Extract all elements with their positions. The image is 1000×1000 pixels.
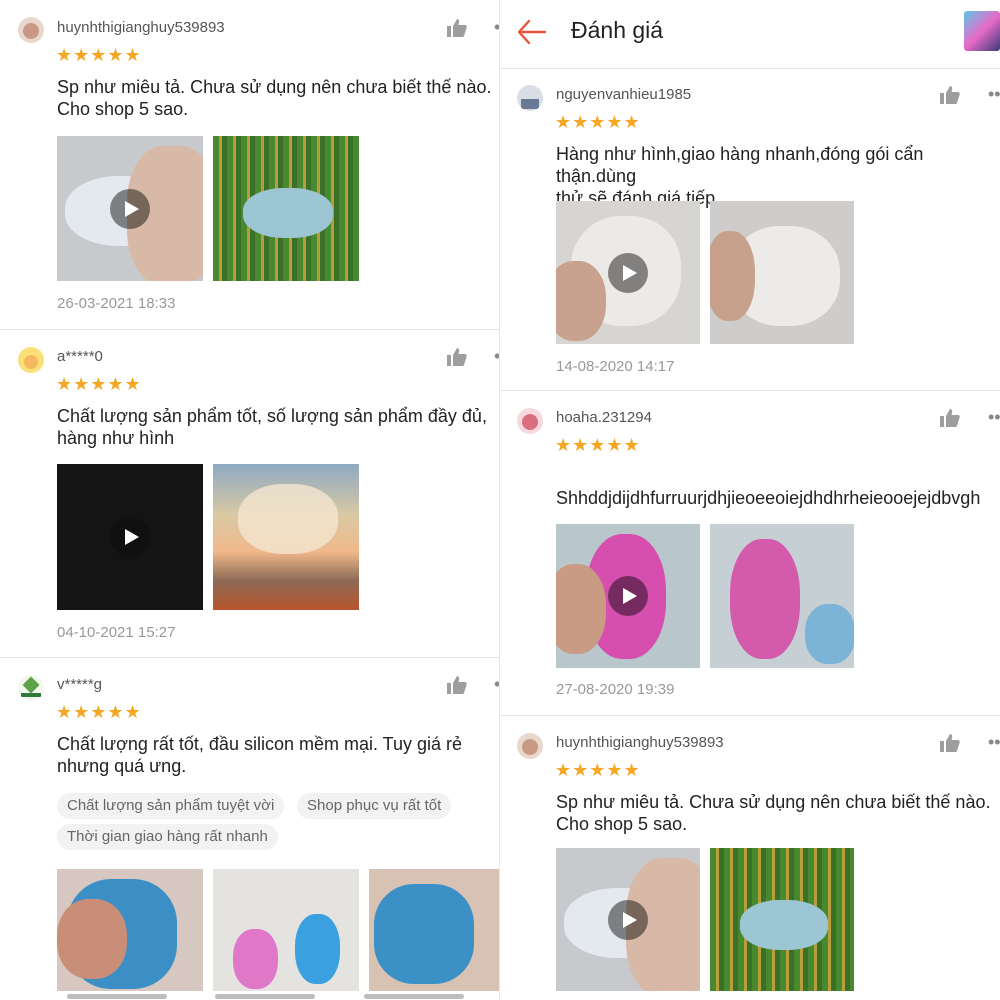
thumbs-up-icon[interactable] [447, 19, 467, 37]
play-icon[interactable] [110, 188, 150, 229]
review-item: nguyenvanhieu1985 •• ★★★★★ Hàng như hình… [500, 68, 1000, 391]
thumbs-up-icon[interactable] [940, 409, 960, 427]
review-image[interactable] [369, 869, 500, 991]
review-text: Chất lượng rất tốt, đầu silicon mềm mại.… [57, 734, 463, 776]
review-item: v*****g • ★★★★★ Chất lượng rất tốt, đầu … [0, 658, 500, 1000]
review-item: a*****0 • ★★★★★ Chất lượng sản phẩm tốt,… [0, 330, 500, 658]
review-image[interactable] [213, 464, 359, 610]
thumbs-up-icon[interactable] [447, 676, 467, 694]
review-video-thumbnail[interactable] [556, 201, 700, 344]
review-item: hoaha.231294 •• ★★★★★ Shhddjdijdhfurruur… [500, 391, 1000, 716]
review-tag: Chất lượng sản phẩm tuyệt vời [57, 793, 285, 819]
rating-stars: ★★★★★ [555, 435, 641, 455]
username[interactable]: huynhthigianghuy539893 [57, 19, 225, 36]
thumbs-up-icon[interactable] [940, 734, 960, 752]
review-text: Sp như miêu tả. Chưa sử dụng nên chưa bi… [556, 792, 991, 834]
play-icon[interactable] [110, 517, 150, 557]
avatar[interactable] [517, 408, 543, 434]
review-date: 27-08-2020 19:39 [556, 681, 675, 698]
username[interactable]: v*****g [57, 676, 102, 693]
review-image[interactable] [710, 524, 854, 668]
review-image[interactable] [57, 869, 203, 991]
review-image[interactable] [710, 201, 854, 344]
more-dots-icon[interactable]: •• [988, 408, 1000, 426]
top-bar: Đánh giá [500, 0, 1000, 69]
rating-stars: ★★★★★ [56, 45, 142, 65]
review-image[interactable] [710, 848, 854, 991]
image-scroll-indicator [364, 994, 464, 999]
thumbs-up-icon[interactable] [940, 86, 960, 104]
review-text: Hàng như hình,giao hàng nhanh,đóng gói c… [556, 144, 924, 208]
review-video-thumbnail[interactable] [57, 464, 203, 610]
username[interactable]: nguyenvanhieu1985 [556, 86, 691, 103]
arrow-left-icon[interactable] [517, 19, 547, 45]
rating-stars: ★★★★★ [56, 702, 142, 722]
review-item: huynhthigianghuy539893 • ★★★★★ Sp như mi… [0, 0, 500, 330]
more-dots-icon[interactable]: •• [988, 85, 1000, 103]
right-review-panel: Đánh giá nguyenvanhieu1985 •• ★★★★★ Hàng… [500, 0, 1000, 1000]
rating-stars: ★★★★★ [555, 760, 641, 780]
avatar[interactable] [18, 347, 44, 373]
rating-stars: ★★★★★ [56, 374, 142, 394]
review-text: Sp như miêu tả. Chưa sử dụng nên chưa bi… [57, 77, 492, 119]
review-tag: Shop phục vụ rất tốt [297, 793, 452, 819]
username[interactable]: a*****0 [57, 348, 103, 365]
avatar[interactable] [517, 733, 543, 759]
image-scroll-indicator [67, 994, 167, 999]
avatar[interactable] [18, 17, 44, 43]
review-image[interactable] [213, 869, 359, 991]
review-date: 26-03-2021 18:33 [57, 295, 176, 312]
review-text: Shhddjdijdhfurruurjdhjieoeeoiejdhdhrheie… [556, 488, 981, 508]
play-icon[interactable] [608, 252, 648, 293]
play-icon[interactable] [608, 899, 648, 940]
username[interactable]: huynhthigianghuy539893 [556, 734, 724, 751]
thumbs-up-icon[interactable] [447, 348, 467, 366]
review-video-thumbnail[interactable] [556, 848, 700, 991]
avatar[interactable] [517, 85, 543, 111]
play-icon[interactable] [608, 576, 648, 616]
username[interactable]: hoaha.231294 [556, 409, 652, 426]
review-date: 14-08-2020 14:17 [556, 358, 675, 375]
review-tag: Thời gian giao hàng rất nhanh [57, 824, 278, 850]
review-video-thumbnail[interactable] [556, 524, 700, 668]
more-dots-icon[interactable]: •• [988, 733, 1000, 751]
product-thumbnail[interactable] [964, 11, 1000, 51]
review-video-thumbnail[interactable] [57, 136, 203, 281]
avatar[interactable] [18, 675, 44, 701]
image-scroll-indicator [215, 994, 315, 999]
review-date: 04-10-2021 15:27 [57, 624, 176, 641]
review-item: huynhthigianghuy539893 •• ★★★★★ Sp như m… [500, 716, 1000, 1000]
rating-stars: ★★★★★ [555, 112, 641, 132]
page-title: Đánh giá [571, 17, 664, 43]
left-review-panel: huynhthigianghuy539893 • ★★★★★ Sp như mi… [0, 0, 500, 1000]
review-text: Chất lượng sản phẩm tốt, số lượng sản ph… [57, 406, 487, 448]
review-image[interactable] [213, 136, 359, 281]
